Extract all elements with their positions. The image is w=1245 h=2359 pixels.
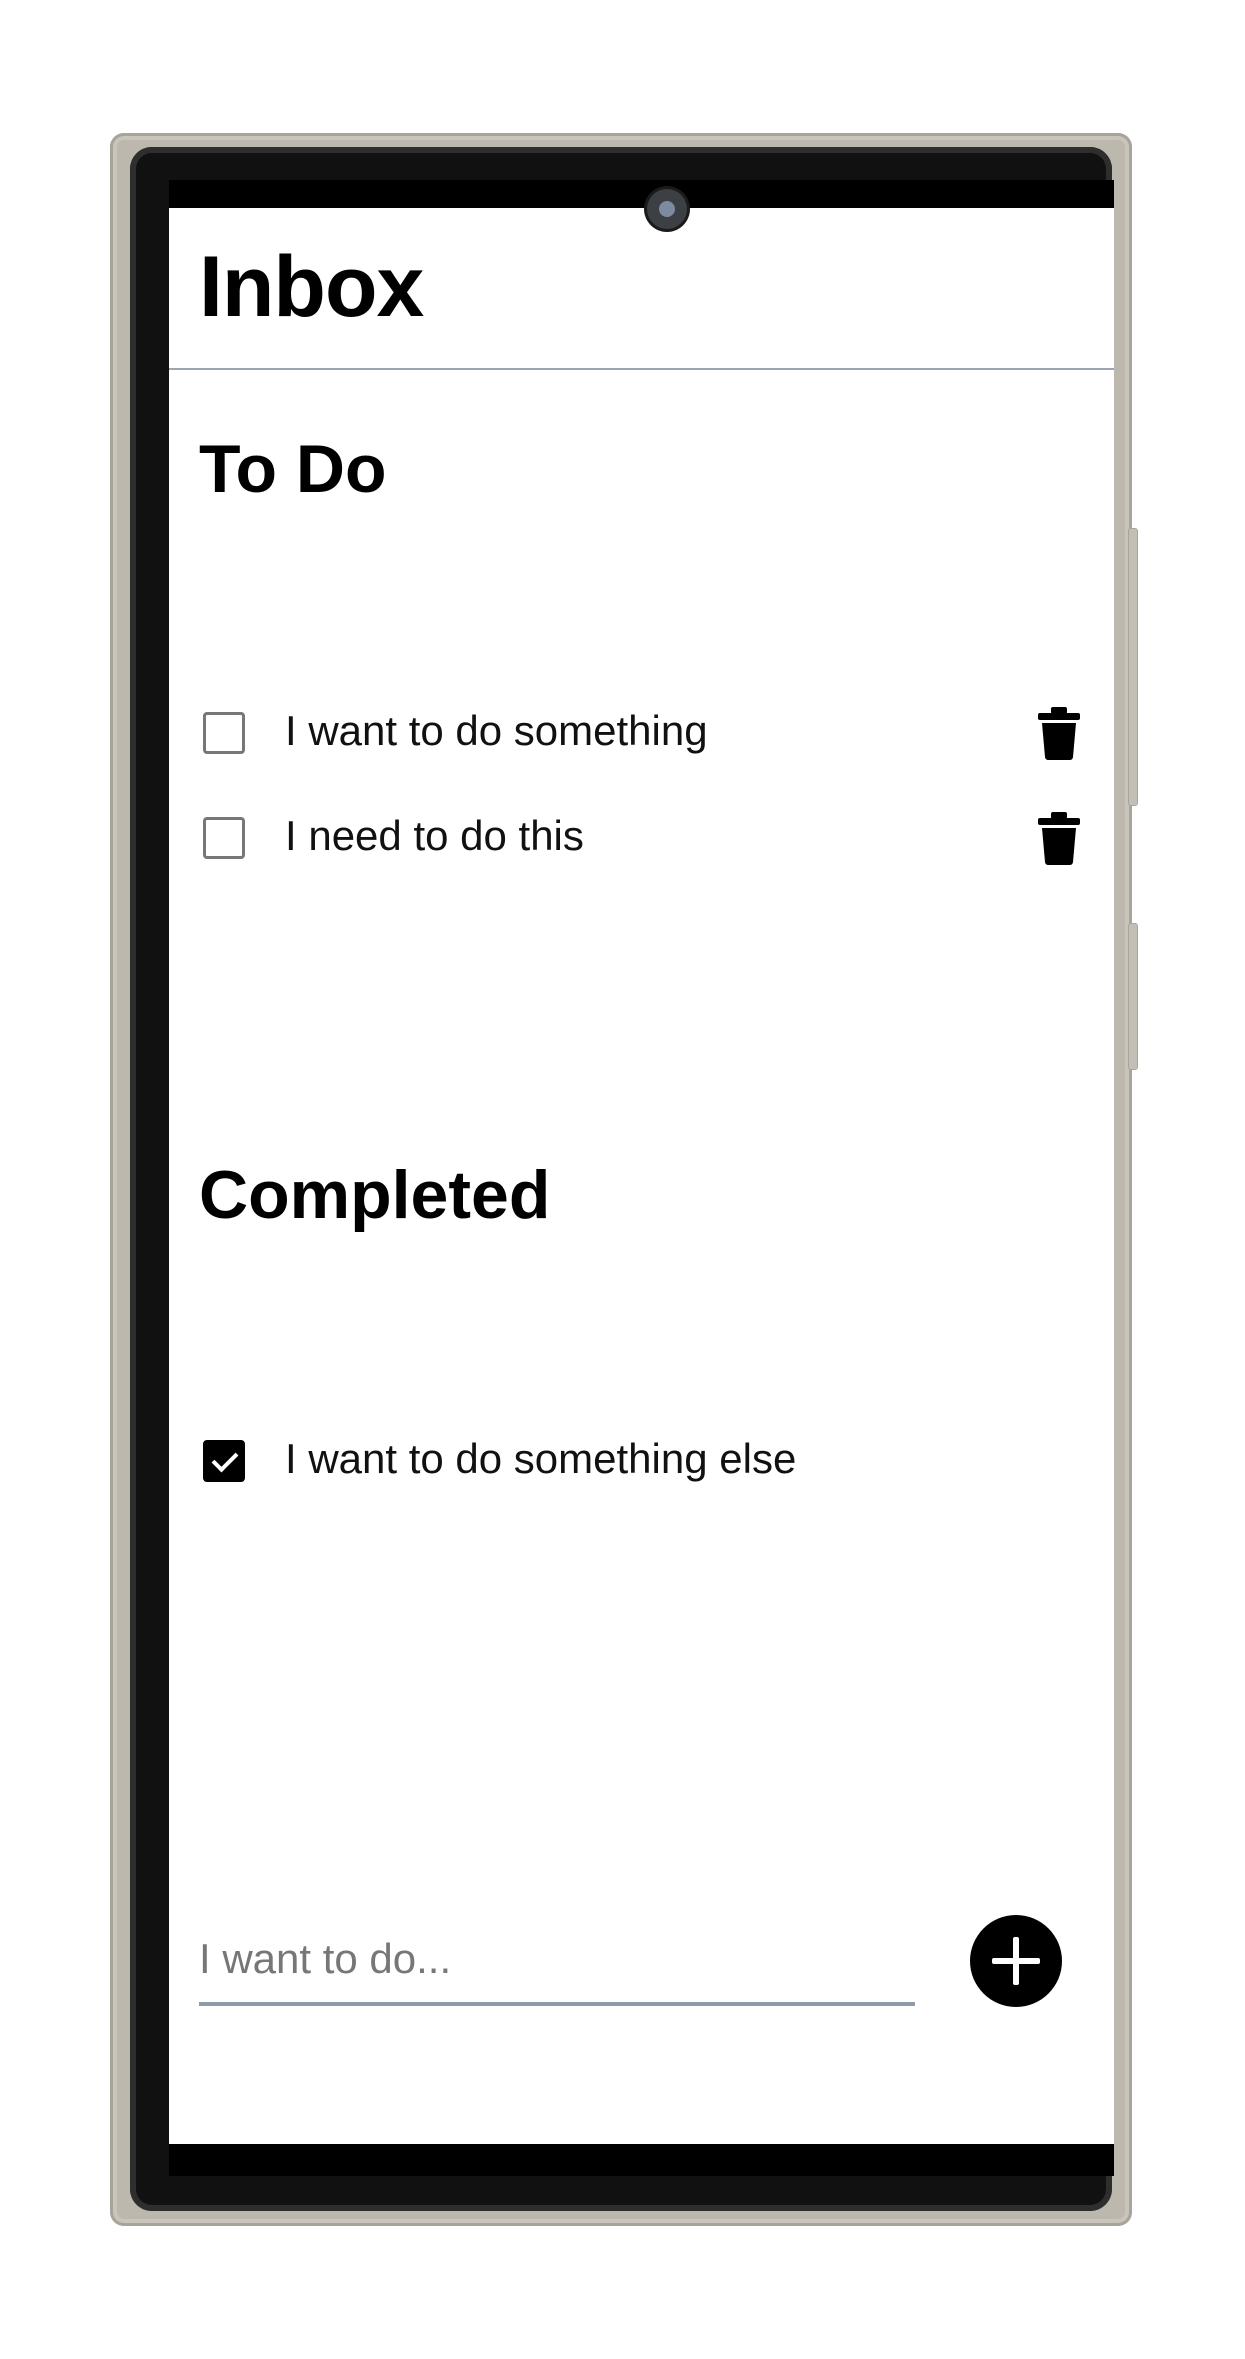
phone-frame: Inbox To Do I want to do something I nee… — [110, 133, 1138, 2226]
completed-item-label: I want to do something else — [285, 1435, 797, 1482]
todo-item-label: I need to do this — [285, 812, 584, 859]
new-task-input[interactable] — [199, 1920, 915, 1998]
page-title: Inbox — [199, 239, 424, 335]
navigation-bar — [169, 2144, 1114, 2176]
completed-checkbox[interactable] — [203, 1440, 245, 1482]
power-button — [1128, 923, 1138, 1070]
todo-checkbox[interactable] — [203, 712, 245, 754]
front-camera — [647, 189, 687, 229]
completed-item: I want to do something else — [199, 1429, 1084, 1499]
plus-icon — [992, 1937, 1040, 1985]
volume-button — [1128, 528, 1138, 806]
todo-item-label: I want to do something — [285, 707, 708, 754]
todo-item: I need to do this — [199, 806, 1084, 876]
todo-section-title: To Do — [199, 431, 387, 507]
todo-checkbox[interactable] — [203, 817, 245, 859]
app-screen: Inbox To Do I want to do something I nee… — [169, 180, 1114, 2176]
todo-item: I want to do something — [199, 701, 1084, 771]
trash-icon[interactable] — [1034, 705, 1084, 761]
completed-section-title: Completed — [199, 1157, 551, 1233]
phone-bezel: Inbox To Do I want to do something I nee… — [130, 147, 1114, 2211]
add-task-button[interactable] — [970, 1915, 1062, 2007]
status-bar — [169, 180, 1114, 208]
trash-icon[interactable] — [1034, 810, 1084, 866]
new-task-field — [199, 1920, 915, 2006]
app-header: Inbox — [169, 208, 1114, 370]
